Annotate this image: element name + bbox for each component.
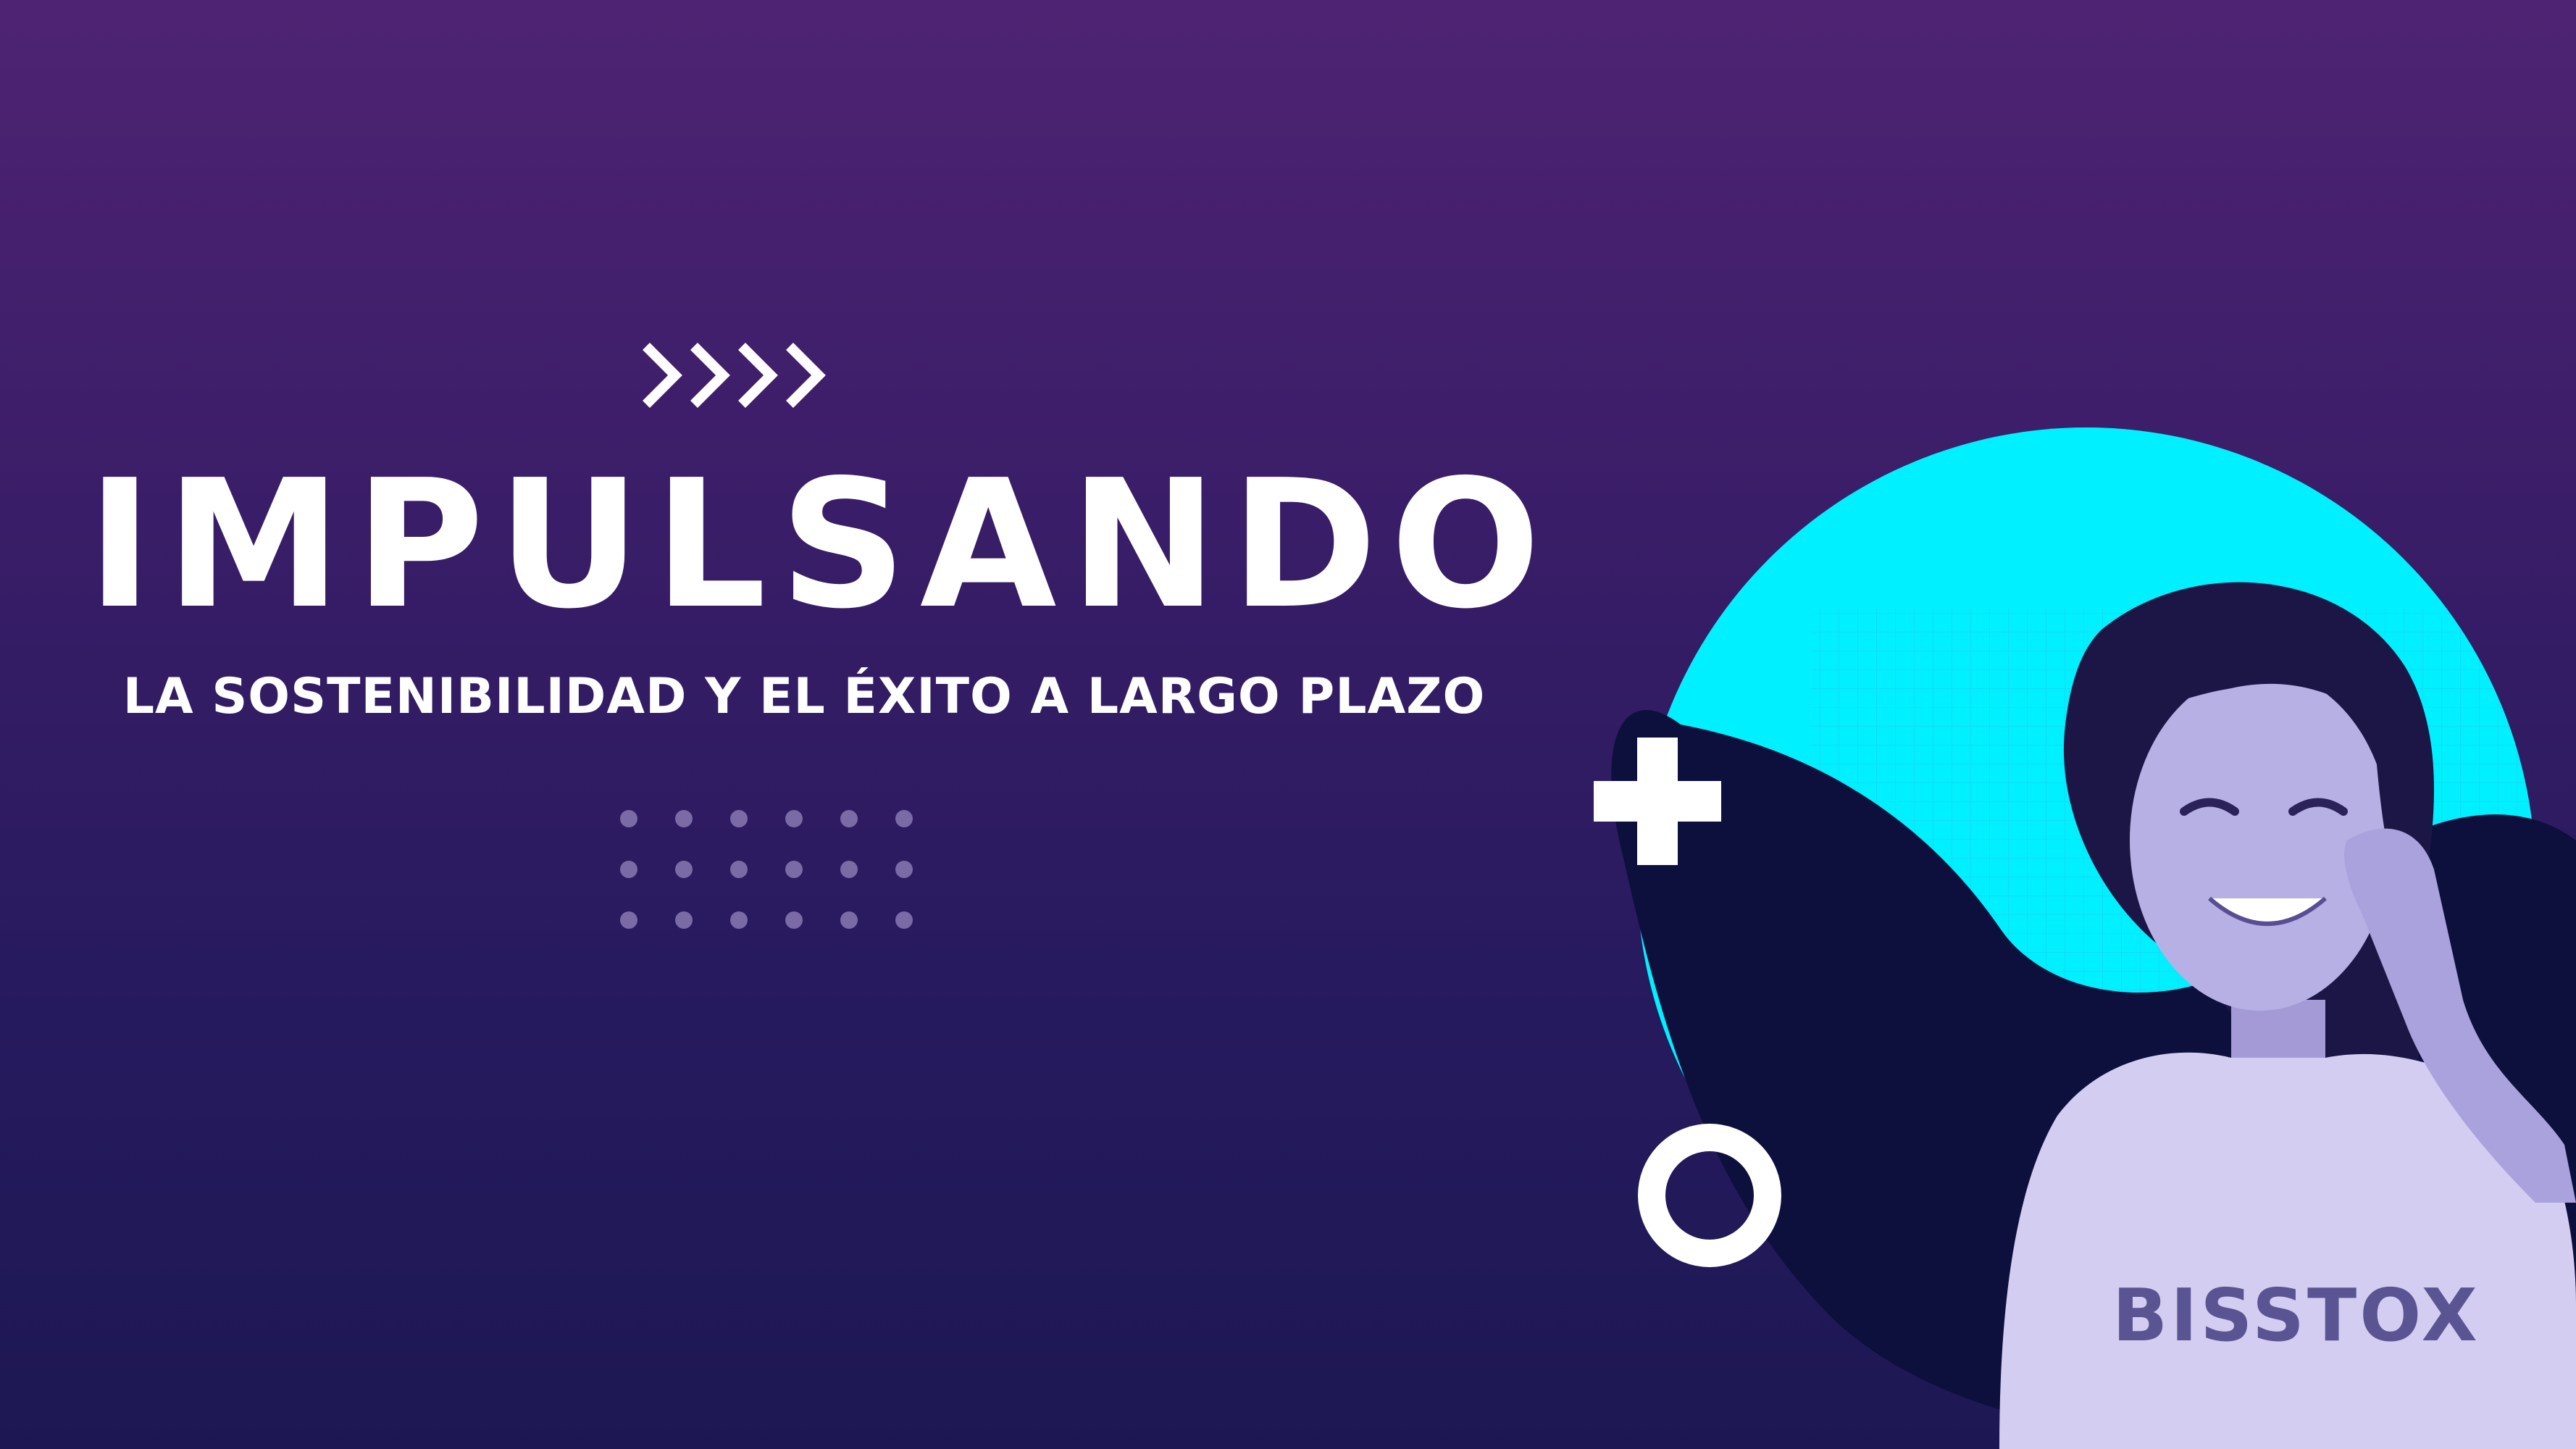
chevron-right-icon — [643, 343, 826, 408]
dot-grid-decoration — [620, 810, 913, 929]
shirt-logo-text: BISSTOX — [2112, 1273, 2480, 1358]
subheadline: LA SOSTENIBILIDAD Y EL ÉXITO A LARGO PLA… — [122, 668, 1486, 725]
hero-artwork: BISSTOX — [1594, 427, 2576, 1449]
headline: IMPULSANDO — [87, 442, 1554, 648]
